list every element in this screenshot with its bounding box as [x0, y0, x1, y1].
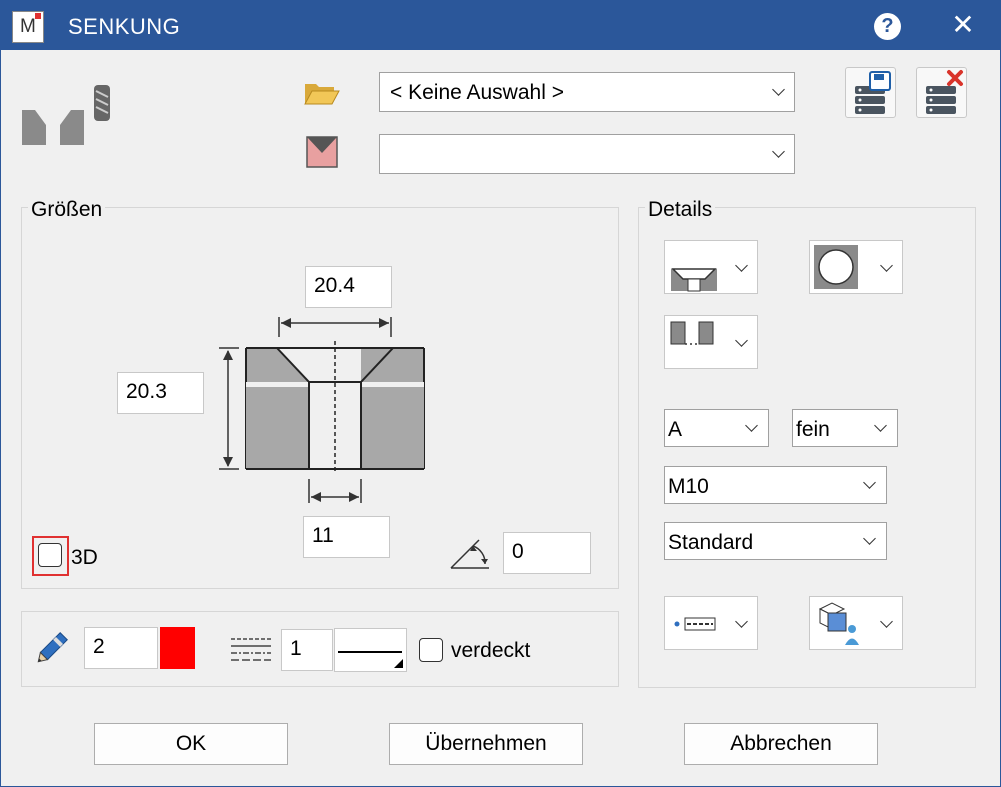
- chevron-down-icon: [735, 334, 748, 347]
- angle-value: 0: [512, 540, 524, 563]
- thread-size-value: M10: [668, 475, 709, 498]
- details-group-label: Details: [645, 198, 716, 222]
- centerline-icon: [674, 617, 716, 631]
- pen-color-swatch[interactable]: [160, 627, 195, 669]
- hidden-label: verdeckt: [451, 639, 531, 662]
- countersink-type-icon: [671, 268, 717, 292]
- bottom-width-value: 11: [312, 524, 334, 547]
- type-a-value: A: [668, 418, 683, 441]
- countersink-diagram: [215, 311, 435, 506]
- height-field[interactable]: 20.3: [117, 372, 204, 414]
- pen-width-value: 2: [93, 635, 105, 658]
- top-width-field[interactable]: 20.4: [305, 266, 392, 308]
- chevron-down-icon: [735, 615, 748, 628]
- fein-combo[interactable]: fein: [792, 409, 898, 447]
- secondary-combo[interactable]: [379, 134, 795, 174]
- selection-combo[interactable]: < Keine Auswahl >: [379, 72, 795, 112]
- title-bar: M SENKUNG ? ✕: [1, 1, 1000, 50]
- chevron-down-icon: [863, 532, 876, 545]
- linetype-icon: [229, 633, 273, 667]
- standard-value: Standard: [668, 531, 754, 554]
- save-database-button[interactable]: [845, 67, 896, 118]
- fein-value: fein: [796, 418, 830, 441]
- chevron-down-icon: [772, 83, 785, 96]
- standard-combo[interactable]: Standard: [664, 522, 887, 560]
- section-icon: [670, 321, 714, 345]
- linetype-field[interactable]: 1: [281, 629, 333, 671]
- chevron-down-icon: [745, 419, 758, 432]
- three-d-label: 3D: [71, 546, 98, 569]
- type-a-combo[interactable]: A: [664, 409, 769, 447]
- close-button[interactable]: ✕: [947, 9, 979, 41]
- 3d-object-dropdown[interactable]: [809, 596, 903, 650]
- height-value: 20.3: [126, 380, 167, 403]
- circle-style-dropdown[interactable]: [809, 240, 903, 294]
- chevron-down-icon: [735, 259, 748, 272]
- app-icon-letter: M: [20, 16, 36, 37]
- countersink-preview-icon: [22, 81, 114, 147]
- circle-icon: [814, 245, 858, 289]
- section-style-dropdown[interactable]: [664, 315, 758, 369]
- angle-icon: [449, 537, 493, 571]
- help-button[interactable]: ?: [874, 13, 901, 40]
- linestyle-dropdown[interactable]: [334, 628, 407, 672]
- chevron-down-icon: [863, 476, 876, 489]
- bottom-width-field[interactable]: 11: [303, 516, 390, 558]
- three-d-checkbox[interactable]: [38, 543, 62, 567]
- chevron-down-icon: [880, 615, 893, 628]
- cancel-button[interactable]: Abbrechen: [684, 723, 878, 765]
- chevron-down-icon: [874, 419, 887, 432]
- angle-field[interactable]: 0: [503, 532, 591, 574]
- chevron-down-icon: [772, 145, 785, 158]
- ok-button[interactable]: OK: [94, 723, 288, 765]
- pen-width-field[interactable]: 2: [84, 627, 158, 669]
- folder-icon[interactable]: [304, 78, 340, 106]
- cube-user-icon: [818, 602, 859, 645]
- sizes-group-label: Größen: [28, 198, 106, 222]
- chevron-down-icon: [880, 259, 893, 272]
- database-delete-icon: [926, 70, 963, 114]
- top-width-value: 20.4: [314, 274, 355, 297]
- database-save-icon: [855, 71, 891, 114]
- hidden-checkbox[interactable]: [419, 638, 443, 662]
- selection-combo-value: < Keine Auswahl >: [390, 81, 564, 104]
- dialog-window: M SENKUNG ? ✕ < Keine Auswahl > Größen 2…: [0, 0, 1001, 787]
- dialog-title: SENKUNG: [68, 14, 181, 39]
- delete-database-button[interactable]: [916, 67, 967, 118]
- marker-color-icon[interactable]: [306, 136, 338, 168]
- thread-size-combo[interactable]: M10: [664, 466, 887, 504]
- centerline-dropdown[interactable]: [664, 596, 758, 650]
- app-icon: M: [12, 11, 44, 43]
- pencil-icon: [31, 629, 71, 669]
- countersink-type-dropdown[interactable]: [664, 240, 758, 294]
- linetype-value: 1: [290, 637, 302, 660]
- apply-button[interactable]: Übernehmen: [389, 723, 583, 765]
